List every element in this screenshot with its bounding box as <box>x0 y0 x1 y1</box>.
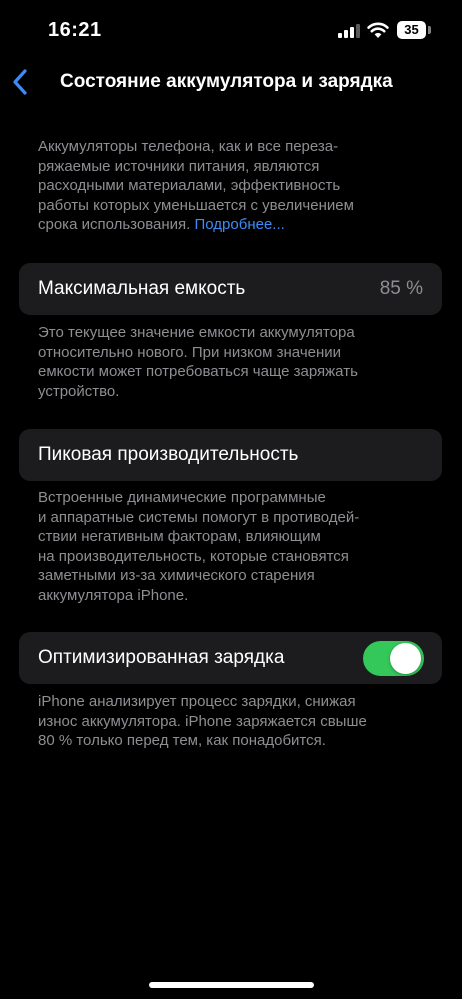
battery-tip <box>428 26 431 34</box>
description-line: iPhone анализирует процесс зарядки, сниж… <box>38 693 356 710</box>
navigation-bar: Состояние аккумулятора и зарядка <box>0 60 462 104</box>
description-line: износ аккумулятора. iPhone заряжается св… <box>38 712 367 730</box>
page-title: Состояние аккумулятора и зарядка <box>60 71 393 92</box>
status-time: 16:21 <box>48 19 102 41</box>
learn-more-link[interactable]: Подробнее... <box>195 216 285 233</box>
description-line: 80 % только перед тем, как понадобится. <box>38 732 326 749</box>
battery-icon: 35 <box>397 21 426 39</box>
optimized-charging-toggle[interactable] <box>363 641 424 676</box>
description-line: аккумулятора iPhone. <box>38 586 189 604</box>
intro-last-line: срока использования. <box>38 216 191 233</box>
peak-performance-row: Пиковая производительность <box>19 429 442 481</box>
description-line: емкости может потребоваться чаще заряжат… <box>38 363 358 380</box>
description-line: устройство. <box>38 382 120 400</box>
optimized-charging-row: Оптимизированная зарядка <box>19 632 442 684</box>
description-line: и аппаратные системы помогут в противоде… <box>38 508 360 526</box>
wifi-icon <box>367 22 389 38</box>
description-line: заметными из-за химического старения <box>38 567 315 584</box>
max-capacity-label: Максимальная емкость <box>38 278 246 299</box>
intro-description: Аккумуляторы телефона, как и все переза-… <box>38 137 428 235</box>
status-bar: 16:21 35 <box>0 0 462 60</box>
toggle-knob <box>390 643 421 674</box>
max-capacity-value: 85 % <box>379 278 423 299</box>
optimized-charging-description: iPhone анализирует процесс зарядки, сниж… <box>38 692 428 751</box>
description-line: Это текущее значение емкости аккумулятор… <box>38 324 355 341</box>
description-line: на производительность, которые становятс… <box>38 547 349 565</box>
home-indicator[interactable] <box>149 982 314 988</box>
max-capacity-description: Это текущее значение емкости аккумулятор… <box>38 323 428 401</box>
optimized-charging-label: Оптимизированная зарядка <box>38 647 285 668</box>
description-line: относительно нового. При низком значении <box>38 343 342 361</box>
back-button[interactable] <box>8 66 38 98</box>
intro-line: расходными материалами, эффективность <box>38 177 341 194</box>
intro-line: ряжаемые источники питания, являются <box>38 157 320 175</box>
cellular-signal-icon <box>338 24 360 38</box>
intro-line: Аккумуляторы телефона, как и все переза- <box>38 138 339 155</box>
peak-performance-label: Пиковая производительность <box>38 444 299 465</box>
intro-line: работы которых уменьшается с увеличением <box>38 196 354 214</box>
description-line: Встроенные динамические программные <box>38 489 326 506</box>
max-capacity-row: Максимальная емкость 85 % <box>19 263 442 315</box>
chevron-left-icon <box>13 69 27 95</box>
intro-line: срока использования. Подробнее... <box>38 215 428 235</box>
peak-performance-description: Встроенные динамические программные и ап… <box>38 488 428 605</box>
description-line: ствии негативным факторам, влияющим <box>38 528 321 545</box>
